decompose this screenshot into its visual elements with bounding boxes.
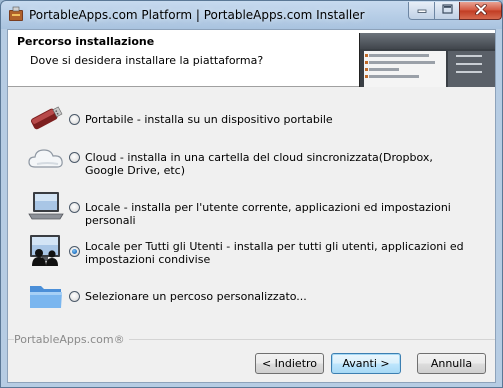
portableapps-installer-icon	[8, 6, 24, 22]
title-bar[interactable]: PortableApps.com Platform | PortableApps…	[1, 1, 502, 29]
option-all-users[interactable]: Locale per Tutti gli Utenti - installa p…	[24, 233, 484, 269]
option-portable-label: Portabile - installa su un dispositivo p…	[85, 113, 333, 126]
laptop-icon	[27, 189, 65, 223]
close-icon	[474, 3, 487, 18]
option-local[interactable]: Locale - installa per l'utente corrente,…	[24, 189, 484, 227]
maximize-icon	[441, 4, 453, 17]
radio-portable[interactable]	[69, 114, 80, 125]
option-all-users-label: Locale per Tutti gli Utenti - installa p…	[85, 240, 464, 266]
page-subtitle: Dove si desidera installare la piattafor…	[30, 54, 264, 67]
option-cloud-label: Cloud - installa in una cartella del clo…	[85, 151, 433, 177]
radio-cloud[interactable]	[69, 152, 80, 163]
minimize-icon	[417, 4, 427, 17]
option-custom-path[interactable]: Selezionare un percoso personalizzato...	[24, 280, 484, 316]
installer-window: PortableApps.com Platform | PortableApps…	[0, 0, 503, 388]
wizard-header: Percorso installazione Dove si desidera …	[8, 30, 495, 87]
radio-local[interactable]	[69, 202, 80, 213]
cloud-icon	[27, 142, 65, 176]
option-custom-path-label: Selezionare un percoso personalizzato...	[85, 290, 307, 303]
radio-custom-path[interactable]	[69, 291, 80, 302]
page-title: Percorso installazione	[17, 35, 155, 48]
brand-label: PortableApps.com®	[14, 333, 129, 346]
close-button[interactable]	[459, 2, 502, 20]
computer-users-icon	[27, 233, 65, 267]
wizard-client: Percorso installazione Dove si desidera …	[7, 29, 496, 383]
folder-icon	[27, 280, 65, 314]
cancel-button[interactable]: Annulla	[417, 353, 486, 374]
maximize-button[interactable]	[434, 2, 460, 20]
window-title: PortableApps.com Platform | PortableApps…	[29, 8, 365, 22]
option-cloud[interactable]: Cloud - installa in una cartella del clo…	[24, 142, 484, 178]
option-portable[interactable]: Portabile - installa su un dispositivo p…	[24, 101, 484, 137]
radio-all-users[interactable]	[69, 246, 80, 257]
platform-preview-image	[359, 33, 495, 87]
minimize-button[interactable]	[408, 2, 435, 20]
back-button[interactable]: < Indietro	[255, 353, 324, 374]
next-button[interactable]: Avanti >	[331, 353, 401, 374]
usb-drive-icon	[27, 101, 65, 135]
option-local-label: Locale - installa per l'utente corrente,…	[85, 201, 451, 227]
